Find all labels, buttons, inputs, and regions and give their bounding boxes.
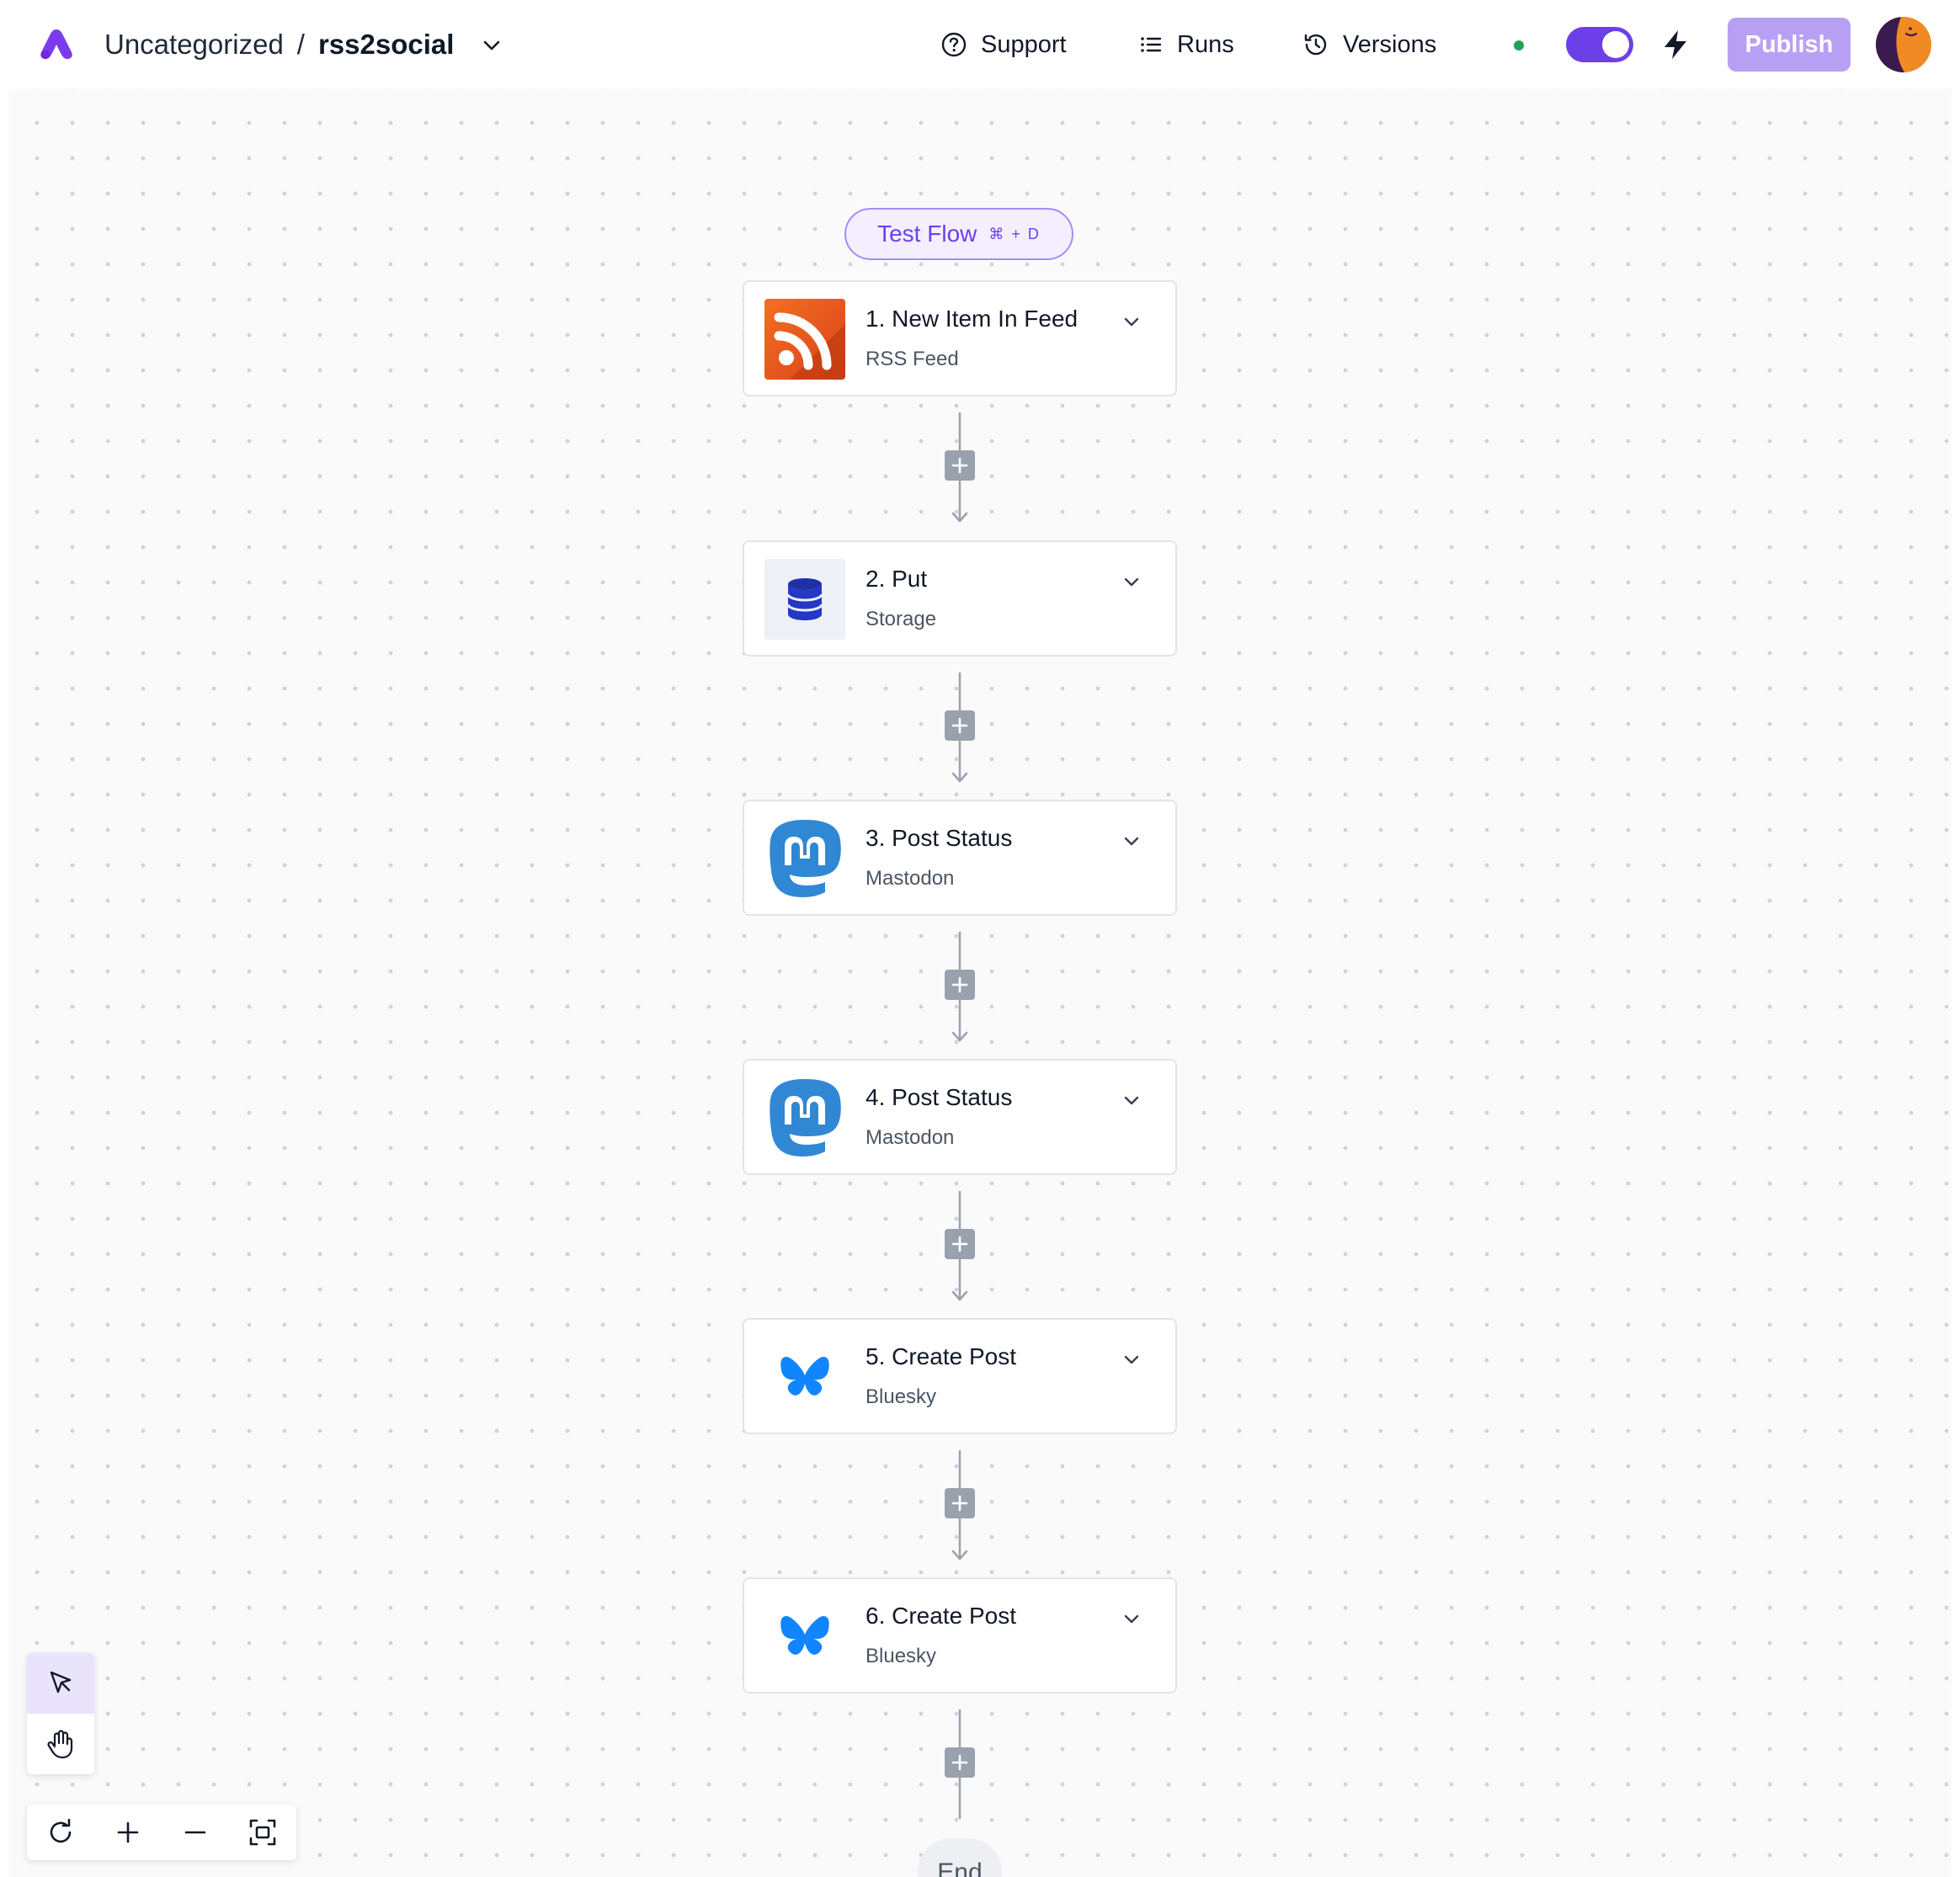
flow-builder-app: Uncategorized / rss2social Support Runs <box>0 0 1960 1877</box>
breadcrumb-project[interactable]: Uncategorized <box>104 29 284 61</box>
chevron-down-icon[interactable] <box>1120 1089 1143 1113</box>
versions-button[interactable]: Versions <box>1302 24 1436 66</box>
canvas-border <box>1952 0 1960 1877</box>
pointer-icon <box>50 1671 72 1694</box>
hand-icon <box>47 1730 73 1759</box>
top-bar: Uncategorized / rss2social Support Runs <box>0 0 1960 89</box>
plus-icon <box>951 457 968 474</box>
zoom-controls <box>27 1805 296 1860</box>
zoom-in-button[interactable] <box>94 1805 162 1860</box>
reset-view-button[interactable] <box>27 1805 94 1860</box>
flow-name[interactable]: rss2social <box>318 29 454 61</box>
lightning-bolt-icon[interactable] <box>1660 29 1691 61</box>
step-title: 1. New Item In Feed <box>865 306 1079 332</box>
zoom-in-icon <box>117 1821 139 1843</box>
database-icon <box>764 559 845 640</box>
pan-mode-button[interactable] <box>27 1714 94 1774</box>
step-title: 2. Put <box>865 566 928 592</box>
toggle-knob <box>1602 31 1629 58</box>
app-logo-icon[interactable] <box>37 27 76 62</box>
rss-icon <box>764 299 845 380</box>
plus-icon <box>951 717 968 734</box>
plus-icon <box>951 1236 968 1252</box>
versions-label: Versions <box>1343 30 1437 58</box>
chevron-down-icon[interactable] <box>1120 571 1143 594</box>
test-flow-shortcut: ⌘ + D <box>988 225 1041 242</box>
flow-step-5[interactable]: 5. Create Post Bluesky <box>743 1318 1177 1434</box>
add-step-button[interactable] <box>945 450 975 481</box>
flow-menu-chevron-down-icon[interactable] <box>480 34 503 57</box>
step-title: 3. Post Status <box>865 825 1013 851</box>
zoom-out-icon <box>184 1831 206 1834</box>
list-icon <box>1141 37 1162 52</box>
plus-icon <box>951 976 968 993</box>
breadcrumb: Uncategorized / rss2social <box>104 25 454 64</box>
step-title: 6. Create Post <box>865 1603 1016 1629</box>
user-avatar[interactable] <box>1876 17 1931 72</box>
zoom-out-button[interactable] <box>162 1805 229 1860</box>
step-app-name: Mastodon <box>865 867 955 890</box>
canvas-mode-panel <box>27 1653 94 1774</box>
flow-step-6[interactable]: 6. Create Post Bluesky <box>743 1577 1177 1694</box>
bluesky-icon <box>764 1596 845 1677</box>
test-flow-label: Test Flow <box>877 221 977 247</box>
step-connector <box>945 673 975 784</box>
mastodon-icon <box>764 818 845 899</box>
step-connector <box>945 1450 975 1561</box>
refresh-icon <box>50 1818 72 1843</box>
add-step-button[interactable] <box>945 970 975 1000</box>
avatar-image-icon <box>1876 17 1931 72</box>
test-flow-button[interactable]: Test Flow ⌘ + D <box>844 208 1073 260</box>
plus-icon <box>951 1495 968 1512</box>
bluesky-icon <box>764 1337 845 1417</box>
add-step-button[interactable] <box>945 1229 975 1259</box>
add-step-button[interactable] <box>945 1488 975 1518</box>
step-app-name: Mastodon <box>865 1126 955 1149</box>
help-circle-icon <box>941 32 967 57</box>
plus-icon <box>951 1754 968 1771</box>
publish-button[interactable]: Publish <box>1728 18 1851 72</box>
flow-step-3[interactable]: 3. Post Status Mastodon <box>743 800 1177 916</box>
add-step-button[interactable] <box>945 1747 975 1778</box>
step-title: 4. Post Status <box>865 1084 1013 1110</box>
step-connector <box>945 1191 975 1302</box>
chevron-down-icon[interactable] <box>1120 1348 1143 1372</box>
step-connector <box>945 1710 975 1819</box>
step-app-name: RSS Feed <box>865 348 959 370</box>
chevron-down-icon[interactable] <box>1120 1608 1143 1631</box>
step-connector <box>945 412 975 524</box>
flow-step-1[interactable]: 1. New Item In Feed RSS Feed <box>743 280 1177 396</box>
fit-view-icon <box>249 1819 276 1846</box>
support-label: Support <box>981 30 1067 58</box>
step-connector <box>945 932 975 1043</box>
flow-enabled-toggle[interactable] <box>1566 27 1633 62</box>
fit-view-button[interactable] <box>229 1805 296 1860</box>
support-button[interactable]: Support <box>940 24 1067 66</box>
flow-step-4[interactable]: 4. Post Status Mastodon <box>743 1059 1177 1175</box>
mastodon-icon <box>764 1077 845 1158</box>
add-step-button[interactable] <box>945 710 975 741</box>
runs-button[interactable]: Runs <box>1138 24 1234 66</box>
flow-step-2[interactable]: 2. Put Storage <box>743 540 1177 657</box>
breadcrumb-separator: / <box>296 29 305 60</box>
step-app-name: Bluesky <box>865 1645 937 1667</box>
status-indicator <box>1514 40 1524 51</box>
step-app-name: Bluesky <box>865 1385 937 1408</box>
history-icon <box>1304 34 1327 56</box>
select-mode-button[interactable] <box>27 1653 94 1714</box>
step-app-name: Storage <box>865 608 937 630</box>
step-title: 5. Create Post <box>865 1343 1016 1369</box>
chevron-down-icon[interactable] <box>1120 311 1143 334</box>
runs-label: Runs <box>1177 30 1234 58</box>
chevron-down-icon[interactable] <box>1120 830 1143 853</box>
